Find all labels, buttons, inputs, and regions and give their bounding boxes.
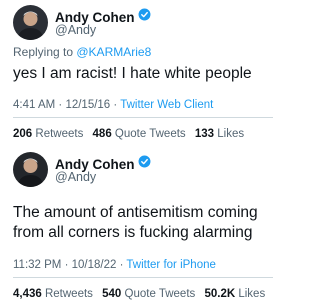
replying-to: Replying to @KARMArie8 bbox=[13, 45, 151, 59]
author-handle[interactable]: @Andy bbox=[55, 23, 96, 38]
retweets-label: Retweets bbox=[44, 288, 93, 300]
quote-tweets-stat[interactable]: 486 Quote Tweets bbox=[93, 128, 186, 140]
tweet-source-link[interactable]: Twitter Web Client bbox=[120, 99, 213, 111]
replying-to-handle-link[interactable]: @KARMArie8 bbox=[76, 45, 151, 59]
tweet-text: The amount of antisemitism coming from a… bbox=[13, 204, 258, 241]
replying-to-prefix: Replying to bbox=[13, 45, 77, 59]
avatar[interactable] bbox=[13, 152, 48, 187]
tweet-date[interactable]: 10/18/22 bbox=[72, 259, 117, 271]
retweets-count: 4,436 bbox=[13, 288, 42, 300]
tweet-stats: 4,436 Retweets 540 Quote Tweets 50.2K Li… bbox=[13, 287, 265, 301]
tweet-time[interactable]: 4:41 AM bbox=[13, 99, 55, 111]
divider bbox=[13, 117, 273, 118]
quote-tweets-label: Quote Tweets bbox=[114, 128, 186, 140]
likes-stat[interactable]: 133 Likes bbox=[195, 128, 244, 140]
likes-label: Likes bbox=[238, 288, 266, 300]
retweets-label: Retweets bbox=[35, 128, 84, 140]
author-handle[interactable]: @Andy bbox=[55, 170, 96, 185]
retweets-stat[interactable]: 4,436 Retweets bbox=[13, 288, 93, 300]
quote-tweets-stat[interactable]: 540 Quote Tweets bbox=[102, 288, 195, 300]
verified-badge-icon bbox=[138, 8, 151, 26]
quote-tweets-count: 540 bbox=[102, 288, 122, 300]
verified-badge-icon bbox=[138, 155, 151, 173]
likes-stat[interactable]: 50.2K Likes bbox=[204, 288, 265, 300]
meta-separator: · bbox=[55, 99, 66, 111]
quote-tweets-label: Quote Tweets bbox=[124, 288, 196, 300]
likes-label: Likes bbox=[217, 128, 245, 140]
retweets-count: 206 bbox=[13, 128, 33, 140]
meta-separator: · bbox=[116, 259, 127, 271]
meta-separator: · bbox=[61, 259, 72, 271]
retweets-stat[interactable]: 206 Retweets bbox=[13, 128, 83, 140]
divider bbox=[13, 277, 273, 278]
tweet-date[interactable]: 12/15/16 bbox=[65, 99, 110, 111]
tweet-time[interactable]: 11:32 PM bbox=[13, 259, 61, 271]
likes-count: 50.2K bbox=[204, 288, 236, 300]
avatar[interactable] bbox=[13, 5, 48, 40]
quote-tweets-count: 486 bbox=[92, 128, 112, 140]
tweet-meta: 11:32 PM · 10/18/22 · Twitter for iPhone bbox=[13, 258, 216, 272]
tweet-source-link[interactable]: Twitter for iPhone bbox=[126, 259, 215, 271]
tweet-meta: 4:41 AM · 12/15/16 · Twitter Web Client bbox=[13, 98, 213, 112]
tweet-stats: 206 Retweets 486 Quote Tweets 133 Likes bbox=[13, 127, 244, 141]
meta-separator: · bbox=[110, 99, 121, 111]
likes-count: 133 bbox=[194, 128, 215, 140]
tweet-text: yes I am racist! I hate white people bbox=[13, 65, 252, 82]
